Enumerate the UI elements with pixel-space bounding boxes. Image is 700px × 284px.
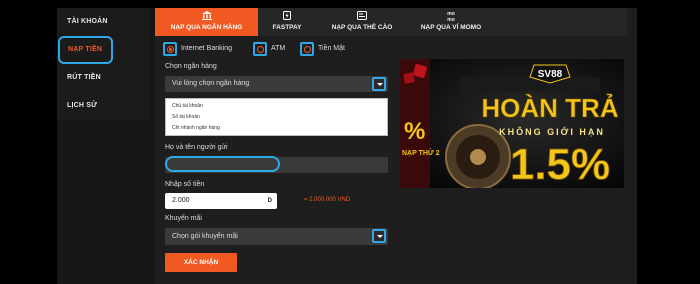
momo-logo-text: mo mo — [447, 11, 455, 23]
bank-dropdown-chevron-icon[interactable] — [372, 77, 386, 91]
promo-select-value: Chọn gói khuyến mãi — [172, 233, 238, 240]
tab-momo[interactable]: mo mo NẠP QUA VÍ MOMO — [408, 8, 494, 36]
sender-name-label: Họ và tên người gửi — [165, 144, 228, 151]
banner-percent: 1.5% — [510, 140, 610, 188]
bank-info-branch: Chi nhánh ngân hàng — [172, 125, 220, 131]
tab-fastpay[interactable]: FASTPAY — [258, 8, 316, 36]
banner-side-percent: % — [404, 118, 425, 145]
radio-selected-icon — [167, 46, 174, 53]
bank-select-value: Vui lòng chọn ngân hàng — [172, 80, 250, 87]
bank-info-account-number: Số tài khoản — [172, 114, 200, 120]
bank-select[interactable]: Vui lòng chọn ngân hàng — [165, 76, 388, 92]
bank-info-list: Chủ tài khoản Số tài khoản Chi nhánh ngâ… — [165, 98, 388, 136]
amount-unit: D — [267, 198, 272, 204]
fastpay-icon — [258, 11, 316, 23]
tab-label: NẠP QUA THẺ CÀO — [331, 24, 393, 31]
account-sidebar: TÀI KHOẢN NẠP TIỀN RÚT TIỀN LỊCH SỬ — [57, 8, 150, 120]
method-label-cash: Tiền Mặt — [318, 45, 345, 52]
deposit-tabs: NẠP QUA NGÂN HÀNG FASTPAY NẠP QUA THẺ CÀ… — [155, 8, 627, 36]
sidebar-item-withdraw[interactable]: RÚT TIỀN — [57, 64, 150, 92]
card-icon — [316, 11, 408, 23]
banner-headline: HOÀN TRẢ — [481, 93, 618, 123]
radio-internet-banking[interactable] — [163, 42, 177, 56]
promo-select[interactable]: Chọn gói khuyến mãi — [165, 228, 388, 245]
banner-side-text: NẠP THỨ 2 — [402, 148, 440, 157]
sidebar-item-history[interactable]: LỊCH SỬ — [57, 92, 150, 120]
tab-label: FASTPAY — [272, 24, 302, 31]
confirm-button[interactable]: XÁC NHẬN — [165, 253, 237, 272]
tab-bank-transfer[interactable]: NẠP QUA NGÂN HÀNG — [155, 8, 258, 36]
promo-label: Khuyến mãi — [165, 215, 202, 222]
amount-label: Nhập số tiền — [165, 181, 205, 188]
momo-icon: mo mo — [408, 11, 494, 23]
banner-subline: KHÔNG GIỚI HẠN — [499, 126, 605, 137]
tab-scratch-card[interactable]: NẠP QUA THẺ CÀO — [316, 8, 408, 36]
amount-converted: = 2.000.000 VND — [304, 197, 351, 203]
promo-banner[interactable]: % NẠP THỨ 2 SV88 HOÀN TRẢ KHÔNG GIỚI HẠN… — [400, 59, 624, 188]
bank-info-account-holder: Chủ tài khoản — [172, 103, 203, 109]
sidebar-item-deposit[interactable]: NẠP TIỀN — [58, 36, 113, 64]
promo-dropdown-chevron-icon[interactable] — [372, 229, 386, 243]
bank-select-label: Chọn ngân hàng — [165, 63, 217, 70]
amount-input[interactable]: 2.000 D — [165, 193, 277, 209]
bank-icon — [155, 11, 258, 23]
promo-banner-art: % NẠP THỨ 2 SV88 HOÀN TRẢ KHÔNG GIỚI HẠN… — [400, 59, 624, 188]
radio-atm[interactable] — [253, 42, 267, 56]
method-label-atm: ATM — [271, 45, 286, 52]
tab-label: NẠP QUA VÍ MOMO — [420, 24, 482, 31]
radio-unselected-icon — [257, 46, 264, 53]
tab-label: NẠP QUA NGÂN HÀNG — [170, 24, 243, 31]
amount-value: 2.000 — [172, 197, 190, 204]
radio-unselected-icon — [304, 46, 311, 53]
method-label-internet-banking: Internet Banking — [181, 45, 232, 52]
sender-name-highlight — [165, 156, 280, 172]
banner-brand: SV88 — [538, 69, 563, 80]
radio-cash[interactable] — [300, 42, 314, 56]
sidebar-item-account[interactable]: TÀI KHOẢN — [57, 8, 150, 36]
